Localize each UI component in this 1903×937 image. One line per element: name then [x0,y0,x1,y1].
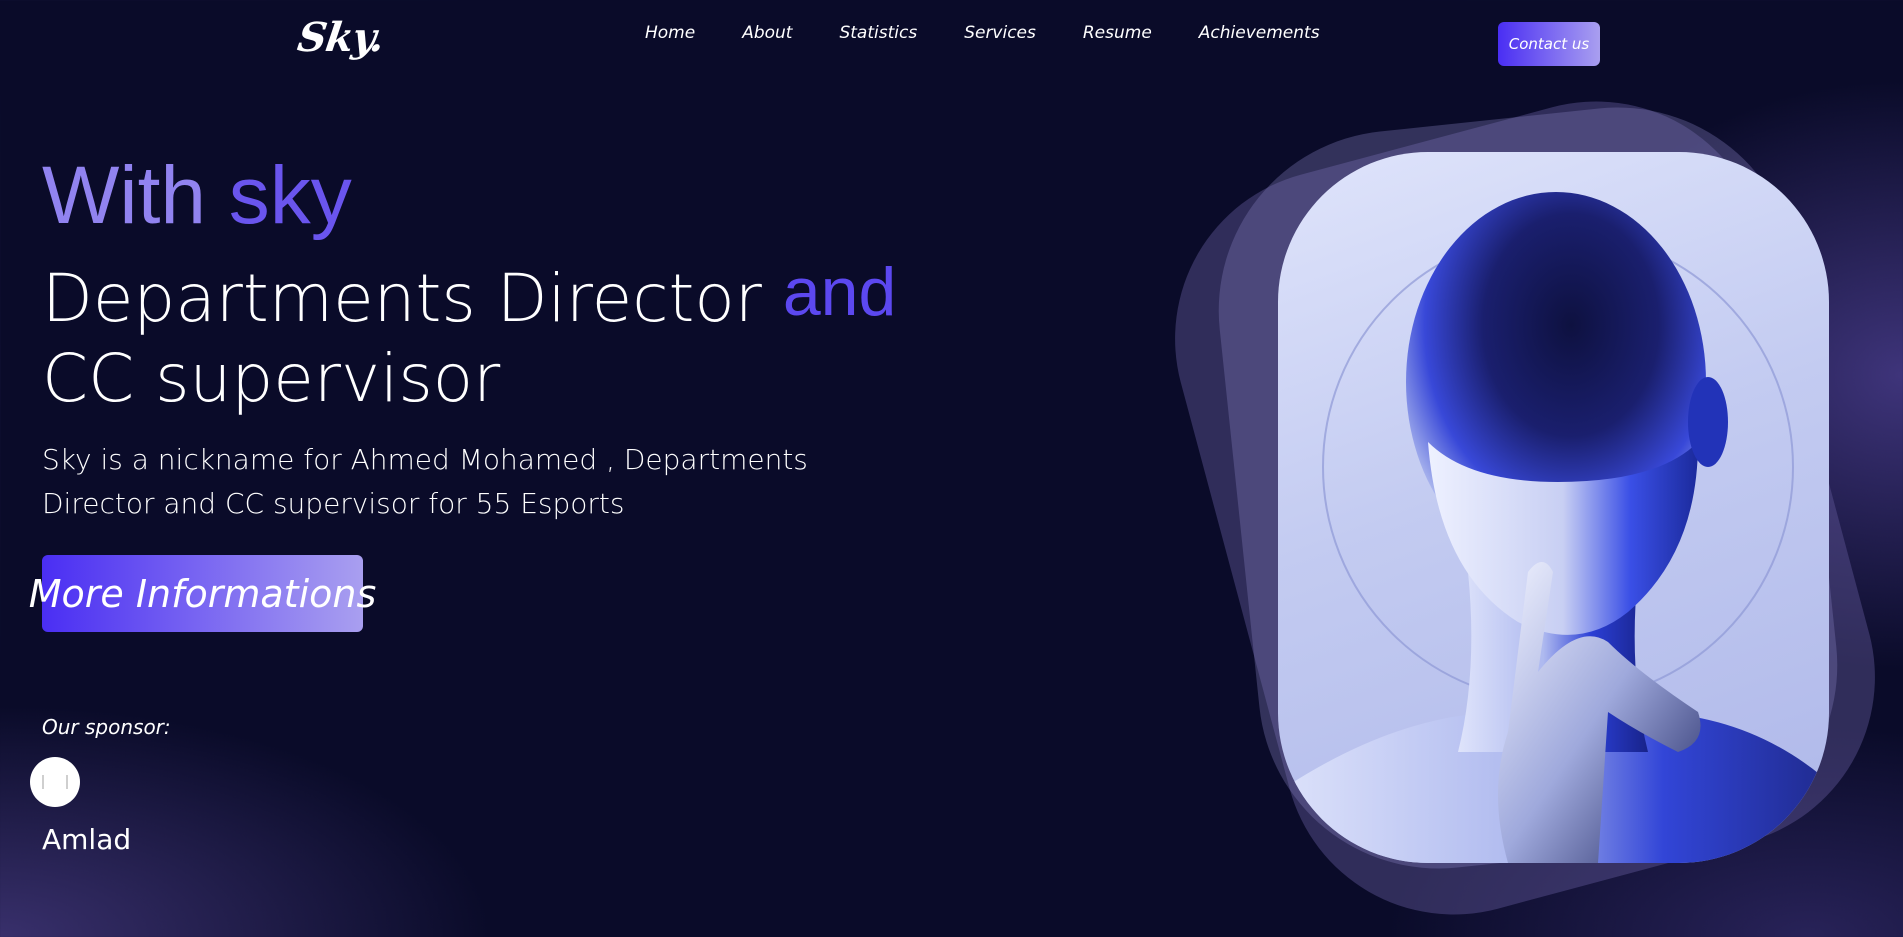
main-nav: Home About Statistics Services Resume Ac… [645,23,1367,43]
hero-kicker-prefix: With [42,150,229,241]
more-informations-button[interactable]: More Informations [29,555,376,632]
hero-title-part1: Departments Director [42,260,783,337]
sponsor-logo-mark-icon [42,775,68,789]
contact-us-button[interactable]: Contact us [1498,22,1600,66]
chrome-head-illustration [1278,192,1829,863]
site-logo[interactable]: Sky. [295,14,387,61]
sponsor-label: Our sponsor: [42,715,171,739]
nav-link-statistics[interactable]: Statistics [839,23,917,43]
sponsor-logo[interactable] [30,757,80,807]
hero-title-accent: and [782,254,897,330]
nav-link-achievements[interactable]: Achievements [1199,23,1320,43]
hero-kicker: With sky [42,155,352,237]
hero-title: Departments Director and CC supervisor [42,254,942,419]
nav-link-home[interactable]: Home [645,23,695,43]
nav-link-resume[interactable]: Resume [1083,23,1152,43]
hero-description: Sky is a nickname for Ahmed Mohamed , De… [42,443,808,520]
hero-title-part2: CC supervisor [42,340,501,417]
sponsor-name: Amlad [42,823,132,856]
nav-link-about[interactable]: About [742,23,792,43]
nav-link-services[interactable]: Services [964,23,1036,43]
hero-kicker-highlight: sky [228,150,352,241]
hero-image [1278,152,1829,863]
